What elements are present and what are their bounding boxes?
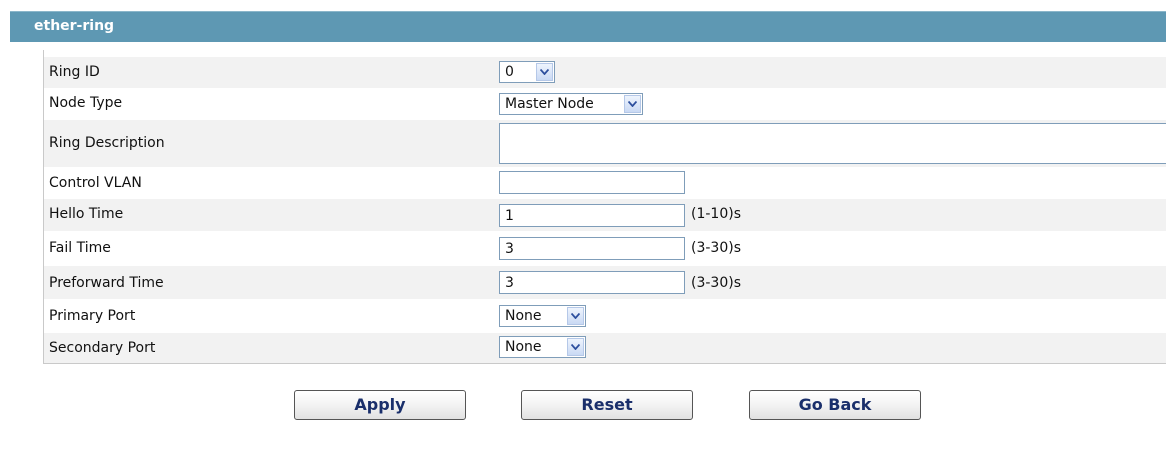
section-header: ether-ring xyxy=(10,11,1166,42)
ring-id-value: 0 xyxy=(505,64,514,80)
preforward-time-row: Preforward Time (3-30)s xyxy=(44,266,1166,299)
ring-description-input[interactable] xyxy=(499,123,1166,164)
fail-time-label: Fail Time xyxy=(49,240,111,256)
fail-time-row: Fail Time (3-30)s xyxy=(44,231,1166,266)
chevron-down-icon[interactable] xyxy=(624,95,641,113)
preforward-time-label: Preforward Time xyxy=(49,275,164,291)
go-back-button[interactable]: Go Back xyxy=(749,390,921,420)
hello-time-input[interactable] xyxy=(499,204,685,227)
primary-port-row: Primary Port None xyxy=(44,301,1166,331)
section-title: ether-ring xyxy=(34,18,115,34)
ring-description-label: Ring Description xyxy=(49,135,165,151)
chevron-down-icon[interactable] xyxy=(567,338,584,356)
preforward-time-range: (3-30)s xyxy=(691,275,741,291)
secondary-port-label: Secondary Port xyxy=(49,340,156,356)
reset-button[interactable]: Reset xyxy=(521,390,693,420)
ring-id-row: Ring ID 0 xyxy=(44,57,1166,88)
preforward-time-input[interactable] xyxy=(499,271,685,294)
fail-time-range: (3-30)s xyxy=(691,240,741,256)
secondary-port-select[interactable]: None xyxy=(499,336,586,358)
ring-id-label: Ring ID xyxy=(49,64,100,80)
node-type-row: Node Type Master Node xyxy=(44,88,1166,120)
apply-button[interactable]: Apply xyxy=(294,390,466,420)
hello-time-row: Hello Time (1-10)s xyxy=(44,199,1166,231)
hello-time-label: Hello Time xyxy=(49,206,124,222)
node-type-value: Master Node xyxy=(505,96,594,112)
primary-port-label: Primary Port xyxy=(49,308,136,324)
ring-id-select[interactable]: 0 xyxy=(499,61,555,83)
control-vlan-label: Control VLAN xyxy=(49,175,142,191)
secondary-port-value: None xyxy=(505,339,542,355)
control-vlan-input[interactable] xyxy=(499,171,685,194)
hello-time-range: (1-10)s xyxy=(691,206,741,222)
secondary-port-row: Secondary Port None xyxy=(44,333,1166,363)
control-vlan-row: Control VLAN xyxy=(44,167,1166,199)
ether-ring-form: Ring ID 0 Node Type Master Node Ring Des… xyxy=(43,50,1166,364)
chevron-down-icon[interactable] xyxy=(536,63,553,81)
primary-port-select[interactable]: None xyxy=(499,305,586,327)
node-type-label: Node Type xyxy=(49,95,123,111)
primary-port-value: None xyxy=(505,308,542,324)
chevron-down-icon[interactable] xyxy=(567,307,584,325)
ring-description-row: Ring Description xyxy=(44,120,1166,167)
node-type-select[interactable]: Master Node xyxy=(499,93,643,115)
fail-time-input[interactable] xyxy=(499,237,685,260)
